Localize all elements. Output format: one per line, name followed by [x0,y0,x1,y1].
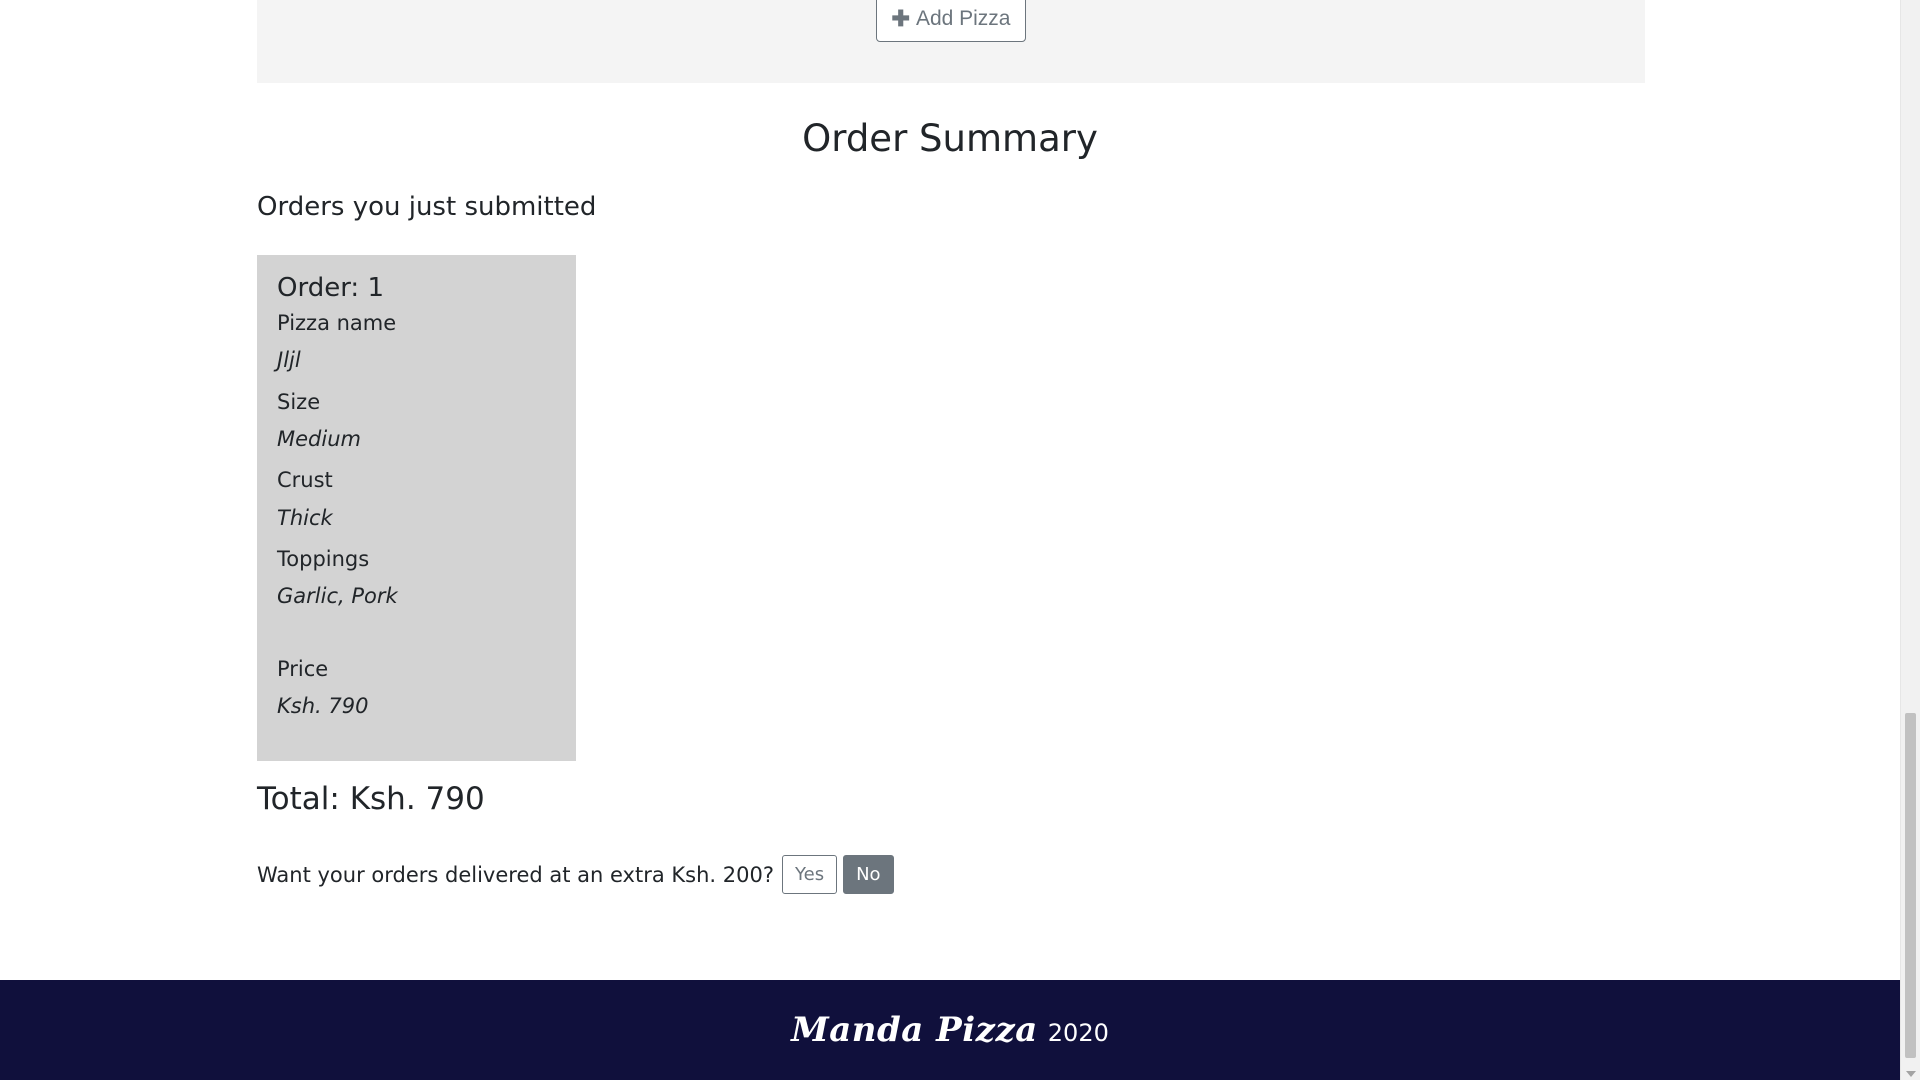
toppings-value: Garlic, Pork [277,584,398,609]
vertical-scrollbar[interactable] [1900,0,1920,1080]
scroll-down-arrow-icon[interactable] [1906,1071,1916,1077]
order-summary-title: Order Summary [802,117,1098,160]
toppings-label: Toppings [277,546,370,571]
add-pizza-label: Add Pizza [915,7,1011,30]
delivery-no-button[interactable]: No [843,855,894,894]
scrollbar-thumb[interactable] [1905,713,1916,1058]
size-value: Medium [277,427,361,452]
delivery-question: Want your orders delivered at an extra K… [257,862,775,887]
crust-label: Crust [277,468,333,493]
plus-icon: ✚ [891,6,910,31]
page: ✚ Add Pizza Order Summary Orders you jus… [0,0,1900,1080]
pizza-form-panel: ✚ Add Pizza [257,0,1645,83]
delivery-prompt: Want your orders delivered at an extra K… [257,855,894,894]
footer: Manda Pizza 2020 [0,980,1900,1080]
crust-value: Thick [277,505,333,530]
pizza-name-label: Pizza name [277,311,397,336]
size-label: Size [277,389,321,414]
order-number: Order: 1 [277,273,384,303]
footer-year: 2020 [1047,1019,1109,1047]
orders-subtitle: Orders you just submitted [257,192,597,222]
add-pizza-button[interactable]: ✚ Add Pizza [876,0,1026,42]
price-label: Price [277,656,329,681]
delivery-yes-button[interactable]: Yes [782,855,838,894]
browser-viewport: ✚ Add Pizza Order Summary Orders you jus… [0,0,1920,1080]
order-total: Total: Ksh. 790 [257,781,485,817]
pizza-name-value: Jljl [277,348,301,373]
price-value: Ksh. 790 [277,693,369,718]
footer-brand: Manda Pizza [791,1010,1038,1050]
order-card: Order: 1 Pizza name Jljl Size Medium Cru… [257,255,576,761]
